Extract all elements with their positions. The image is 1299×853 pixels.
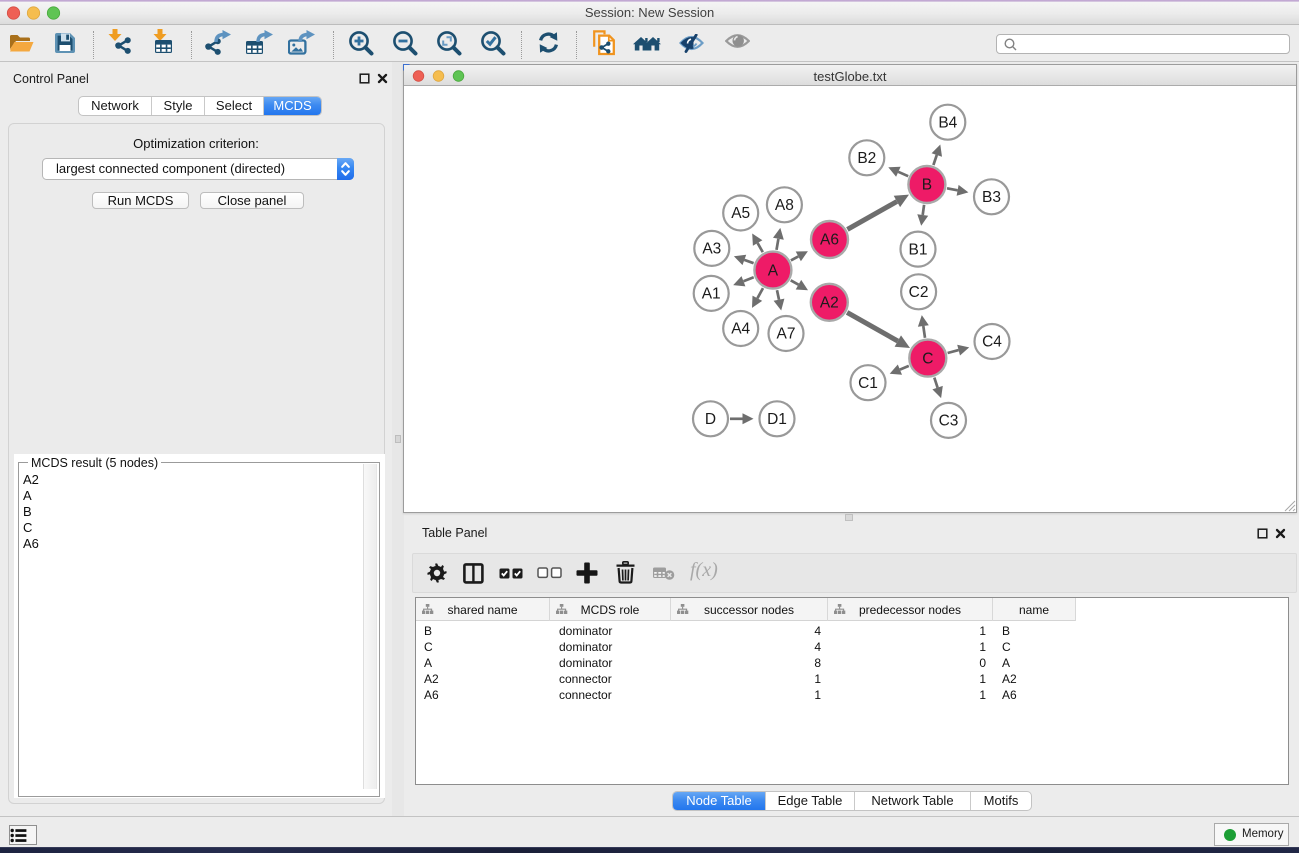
svg-text:B1: B1 (909, 241, 928, 258)
svg-text:A2: A2 (820, 295, 839, 312)
svg-text:C2: C2 (909, 284, 929, 301)
svg-text:D: D (705, 411, 716, 428)
svg-text:C3: C3 (939, 413, 959, 430)
svg-text:A8: A8 (775, 197, 794, 214)
svg-text:A4: A4 (731, 321, 750, 338)
svg-text:C: C (922, 350, 933, 367)
svg-text:B4: B4 (938, 114, 957, 131)
svg-text:A3: A3 (702, 241, 721, 258)
svg-text:A6: A6 (820, 232, 839, 249)
svg-text:B: B (922, 177, 932, 194)
svg-text:B2: B2 (857, 150, 876, 167)
svg-text:D1: D1 (767, 411, 787, 428)
svg-text:A5: A5 (731, 205, 750, 222)
svg-text:B3: B3 (982, 189, 1001, 206)
svg-text:A1: A1 (702, 286, 721, 303)
svg-text:C1: C1 (858, 375, 878, 392)
svg-text:A: A (768, 262, 779, 279)
svg-text:C4: C4 (982, 334, 1002, 351)
svg-text:A7: A7 (777, 326, 796, 343)
